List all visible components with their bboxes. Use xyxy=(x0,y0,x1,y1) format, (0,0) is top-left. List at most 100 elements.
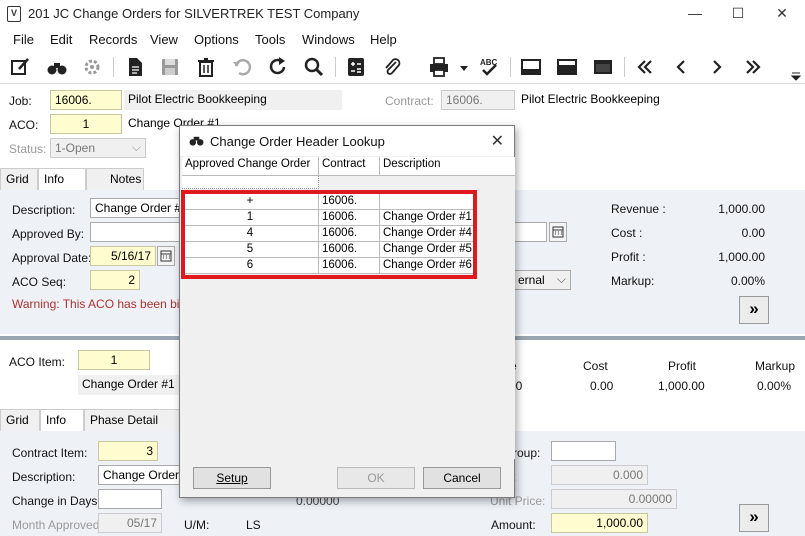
title-bar: V 201 JC Change Orders for SILVERTREK TE… xyxy=(0,0,805,28)
column-header-aco[interactable]: Approved Change Order xyxy=(182,157,319,176)
tab-notes[interactable]: Notes xyxy=(86,168,144,190)
menu-tools[interactable]: Tools xyxy=(255,32,285,47)
aco-field[interactable]: 1 xyxy=(50,114,122,134)
month-approved-field: 05/17 xyxy=(98,513,162,533)
job-description: Pilot Electric Bookkeeping xyxy=(124,90,342,110)
previous-record-icon[interactable] xyxy=(670,56,692,78)
layout-top-icon[interactable] xyxy=(592,56,614,78)
last-record-icon[interactable] xyxy=(742,56,764,78)
print-dropdown-icon[interactable] xyxy=(458,56,470,78)
setup-button-label: Setup xyxy=(216,471,248,485)
highlight-box xyxy=(181,190,477,279)
filter-aco[interactable] xyxy=(182,176,319,189)
cost-column-value: 0.00 xyxy=(590,379,614,393)
attachment-icon[interactable] xyxy=(381,56,403,78)
profit-column-label: Profit xyxy=(668,359,697,373)
job-field[interactable]: 16006. xyxy=(50,90,122,110)
aco-item-label: ACO Item: xyxy=(9,355,66,369)
tab-phase-detail[interactable]: Phase Detail xyxy=(84,409,180,431)
more-details-button[interactable]: » xyxy=(739,296,769,324)
menu-file[interactable]: File xyxy=(13,32,34,47)
markup-column-label: Markup xyxy=(755,359,796,373)
binoculars-icon xyxy=(189,134,204,150)
aco-item-description: Change Order #1 xyxy=(78,375,182,395)
change-days-field[interactable] xyxy=(98,489,162,509)
ok-button[interactable]: OK xyxy=(337,467,415,489)
close-window-button[interactable]: ✕ xyxy=(767,4,797,24)
menu-options[interactable]: Options xyxy=(194,32,239,47)
tab-grid[interactable]: Grid xyxy=(0,168,38,190)
approval-date-field[interactable]: 5/16/17 xyxy=(90,246,156,266)
menu-edit[interactable]: Edit xyxy=(50,32,72,47)
group-field[interactable] xyxy=(551,441,616,461)
status-select[interactable]: 1-Open ⌵ xyxy=(50,138,146,158)
menu-help[interactable]: Help xyxy=(370,32,397,47)
refresh-icon[interactable] xyxy=(267,56,289,78)
tab-item-info[interactable]: Info xyxy=(40,409,84,432)
search-icon[interactable] xyxy=(303,56,325,78)
document-icon[interactable] xyxy=(124,56,146,78)
aco-seq-field[interactable]: 2 xyxy=(90,270,140,290)
cost-label: Cost : xyxy=(611,226,643,240)
approved-by-extra-field[interactable] xyxy=(513,222,547,242)
settings-icon[interactable] xyxy=(81,56,103,78)
status-value: 1-Open xyxy=(55,141,96,155)
dialog-close-button[interactable]: ✕ xyxy=(491,131,504,151)
column-header-description[interactable]: Description xyxy=(380,157,515,176)
aco-label: ACO: xyxy=(9,118,39,132)
lookup-dialog: Change Order Header Lookup ✕ Approved Ch… xyxy=(179,125,515,498)
next-record-icon[interactable] xyxy=(706,56,728,78)
spellcheck-icon[interactable]: ABC xyxy=(478,56,500,78)
menu-view[interactable]: View xyxy=(150,32,178,47)
month-approved-label: Month Approved: xyxy=(12,518,103,532)
first-record-icon[interactable] xyxy=(634,56,656,78)
menu-windows[interactable]: Windows xyxy=(302,32,355,47)
markup-label: Markup: xyxy=(611,274,655,288)
save-icon[interactable] xyxy=(159,56,181,78)
item-more-details-button[interactable]: » xyxy=(739,504,769,532)
toolbar-overflow-icon[interactable] xyxy=(790,70,802,81)
profit-label: Profit : xyxy=(611,250,646,264)
print-icon[interactable] xyxy=(428,56,450,78)
undo-icon[interactable] xyxy=(231,56,253,78)
revenue-label: Revenue : xyxy=(611,202,666,216)
dialog-title: Change Order Header Lookup xyxy=(210,134,385,149)
binoculars-icon[interactable] xyxy=(46,56,68,78)
chevron-down-icon-2: ⌵ xyxy=(556,272,566,286)
layout-middle-icon[interactable] xyxy=(556,56,578,78)
units-field: 0.000 xyxy=(551,465,648,485)
calculator-icon[interactable] xyxy=(345,56,367,78)
aco-item-field[interactable]: 1 xyxy=(78,350,150,370)
internal-select[interactable]: ernal ⌵ xyxy=(513,270,571,290)
chevron-down-icon: ⌵ xyxy=(131,140,141,154)
job-label: Job: xyxy=(9,94,32,108)
cost-value: 0.00 xyxy=(741,226,765,240)
app-icon: V xyxy=(7,6,21,22)
minimize-button[interactable]: — xyxy=(680,4,710,24)
calendar-icon-2[interactable] xyxy=(549,222,567,242)
markup-column-value: 0.00% xyxy=(757,379,792,393)
description-field[interactable]: Change Order #1 xyxy=(90,198,182,218)
contract-description: Pilot Electric Bookkeeping xyxy=(517,90,667,110)
layout-bottom-icon[interactable] xyxy=(520,56,542,78)
profit-value: 1,000.00 xyxy=(718,250,765,264)
cancel-button[interactable]: Cancel xyxy=(423,467,501,489)
warning-text: Warning: This ACO has been billed xyxy=(12,297,199,311)
amount-field[interactable]: 1,000.00 xyxy=(551,513,648,533)
delete-icon[interactable] xyxy=(195,56,217,78)
status-label: Status: xyxy=(9,142,47,156)
tab-item-grid[interactable]: Grid xyxy=(0,409,40,431)
calendar-icon[interactable] xyxy=(157,246,175,266)
menu-records[interactable]: Records xyxy=(89,32,137,47)
edit-icon[interactable] xyxy=(9,56,31,78)
column-header-contract[interactable]: Contract xyxy=(319,157,380,176)
tab-info[interactable]: Info xyxy=(38,168,86,191)
setup-button[interactable]: Setup xyxy=(193,467,271,489)
um-label: U/M: xyxy=(184,518,210,532)
contract-item-field[interactable]: 3 xyxy=(98,441,158,461)
item-description-field[interactable]: Change Order # xyxy=(98,465,182,485)
description-label: Description: xyxy=(12,203,76,217)
maximize-button[interactable]: ☐ xyxy=(723,4,753,24)
um-value: LS xyxy=(246,518,261,532)
approved-by-field[interactable] xyxy=(90,222,182,242)
